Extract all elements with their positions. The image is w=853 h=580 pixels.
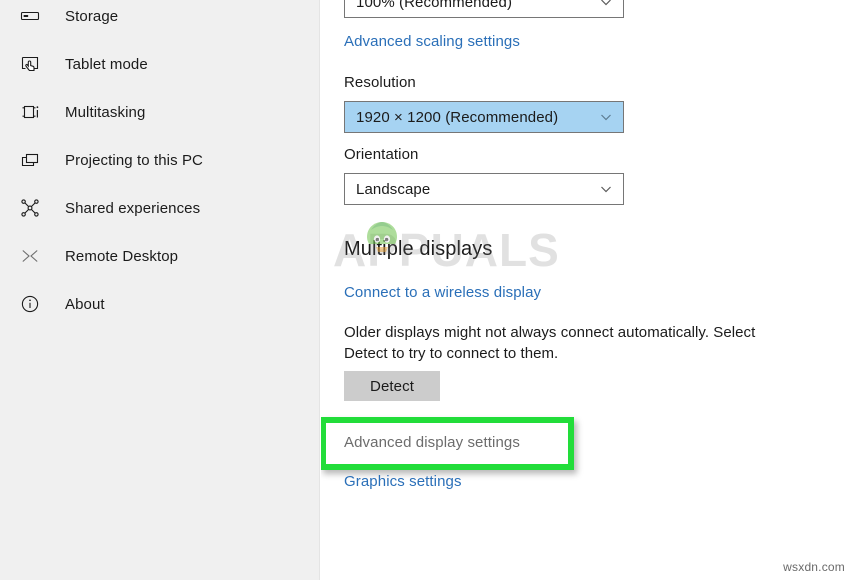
resolution-dropdown[interactable]: 1920 × 1200 (Recommended) (344, 101, 624, 133)
tablet-mode-icon (16, 50, 44, 78)
scale-dropdown[interactable]: 100% (Recommended) (344, 0, 624, 18)
sidebar-item-projecting-to-this-pc[interactable]: Projecting to this PC (0, 140, 320, 180)
resolution-label: Resolution (344, 74, 416, 91)
multitasking-icon (16, 98, 44, 126)
advanced-scaling-settings-link[interactable]: Advanced scaling settings (344, 33, 520, 50)
sidebar-item-shared-experiences[interactable]: Shared experiences (0, 188, 320, 228)
info-icon (16, 290, 44, 318)
chevron-down-icon (599, 0, 613, 9)
sidebar-item-about[interactable]: About (0, 284, 320, 324)
scale-dropdown-value: 100% (Recommended) (356, 0, 513, 11)
shared-icon (16, 194, 44, 222)
settings-sidebar: Storage Tablet mode Multitasking Project… (0, 0, 320, 580)
multiple-displays-heading: Multiple displays (344, 238, 493, 260)
storage-icon (16, 2, 44, 30)
sidebar-item-label: Storage (65, 7, 119, 25)
sidebar-item-tablet-mode[interactable]: Tablet mode (0, 44, 320, 84)
graphics-settings-link[interactable]: Graphics settings (344, 473, 462, 490)
sidebar-item-label: Projecting to this PC (65, 151, 203, 169)
projecting-icon (16, 146, 44, 174)
sidebar-item-label: Tablet mode (65, 55, 148, 73)
display-settings-pane: 100% (Recommended) Advanced scaling sett… (321, 0, 853, 580)
older-displays-note: Older displays might not always connect … (344, 324, 756, 362)
sidebar-item-label: About (65, 295, 105, 313)
advanced-display-settings-link[interactable]: Advanced display settings (344, 434, 520, 451)
sidebar-item-label: Multitasking (65, 103, 146, 121)
orientation-dropdown[interactable]: Landscape (344, 173, 624, 205)
chevron-down-icon (599, 110, 613, 124)
sidebar-item-multitasking[interactable]: Multitasking (0, 92, 320, 132)
sidebar-item-remote-desktop[interactable]: Remote Desktop (0, 236, 320, 276)
chevron-down-icon (599, 182, 613, 196)
settings-window: Storage Tablet mode Multitasking Project… (0, 0, 853, 580)
detect-button[interactable]: Detect (344, 371, 440, 401)
orientation-dropdown-value: Landscape (356, 180, 431, 198)
connect-wireless-display-link[interactable]: Connect to a wireless display (344, 284, 541, 301)
resolution-dropdown-value: 1920 × 1200 (Recommended) (356, 108, 559, 126)
remote-desktop-icon (16, 242, 44, 270)
sidebar-item-storage[interactable]: Storage (0, 0, 320, 36)
orientation-label: Orientation (344, 146, 419, 163)
sidebar-item-label: Remote Desktop (65, 247, 179, 265)
sidebar-item-label: Shared experiences (65, 199, 201, 217)
